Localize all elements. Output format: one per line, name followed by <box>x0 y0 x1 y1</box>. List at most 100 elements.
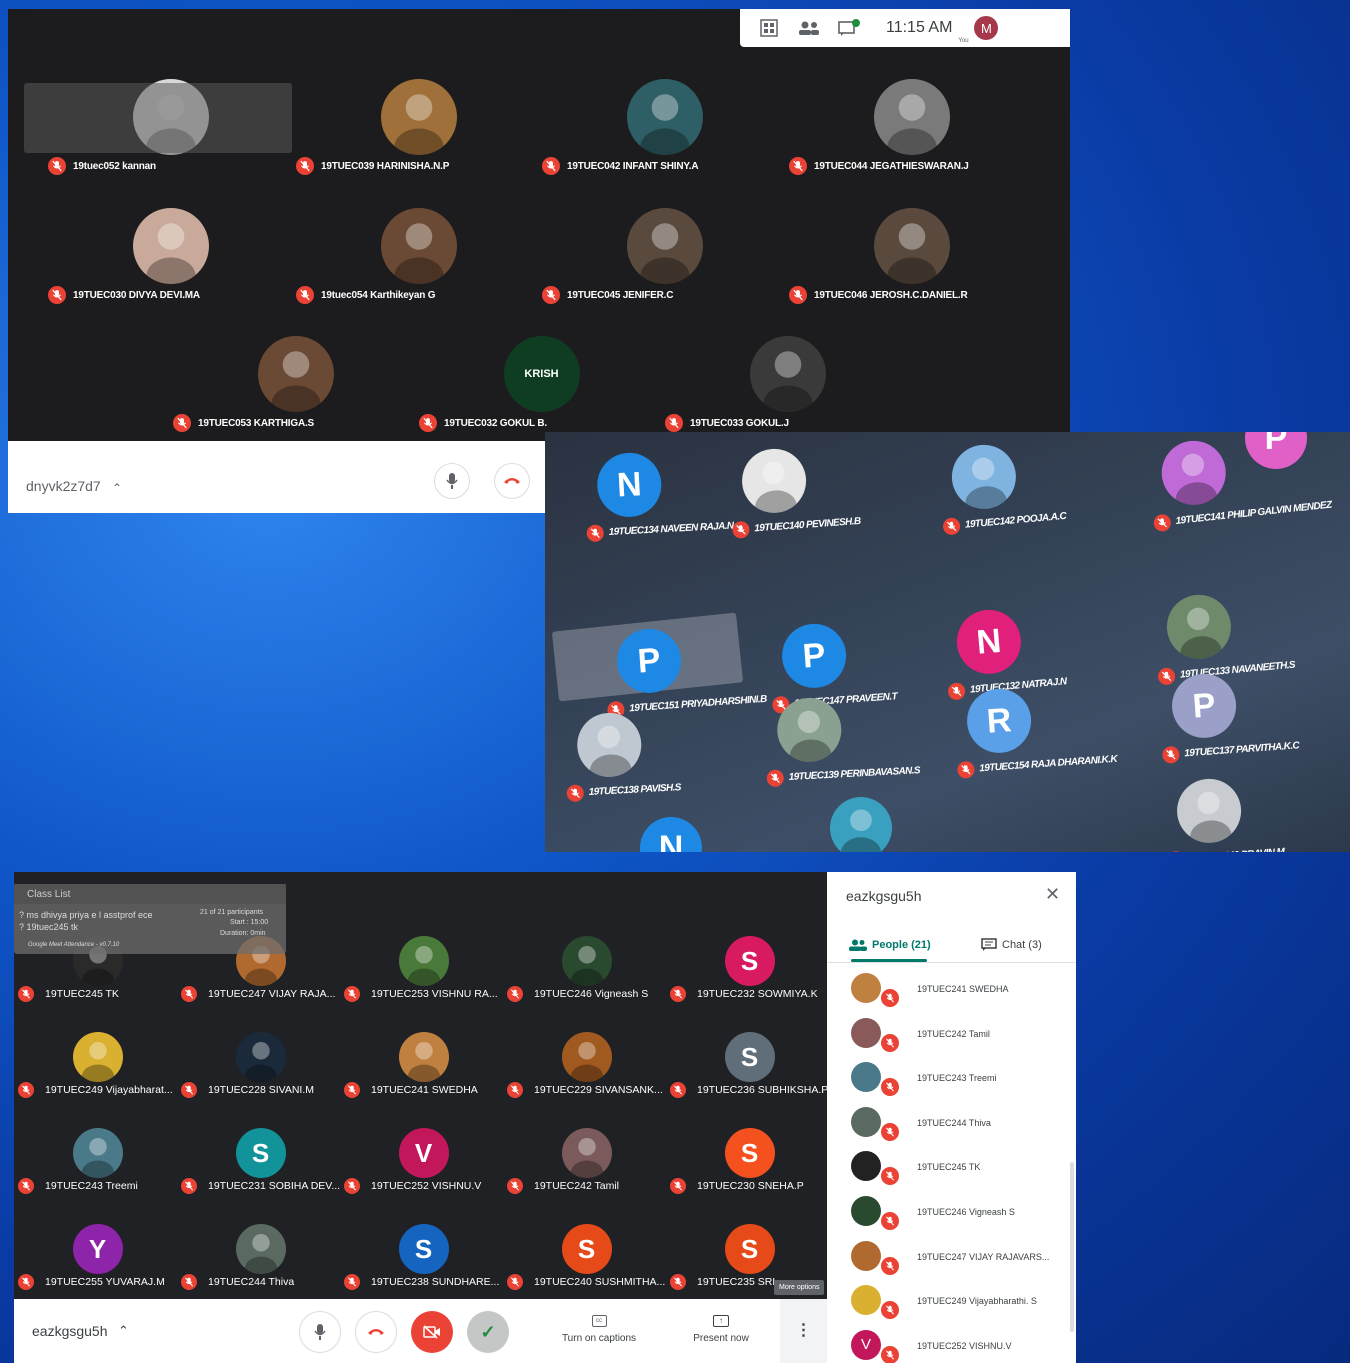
participant-tile[interactable]: 19TUEC140 PEVINESH.B <box>726 432 933 554</box>
class-list-label[interactable]: Class List <box>27 889 70 900</box>
participant-tile[interactable]: 19TUEC253 VISHNU RA... <box>342 936 505 1032</box>
participant-tile[interactable]: 19TUEC229 SIVANSANK... <box>505 1032 668 1128</box>
participant-name-bar: 19TUEC044 JEGATHIESWARAN.J <box>789 157 969 175</box>
list-item[interactable]: 19TUEC247 VIJAY RAJAVARS... <box>827 1235 1076 1280</box>
participant-name: 19TUEC244 Thiva <box>917 1117 991 1128</box>
mic-off-icon <box>344 1082 360 1098</box>
list-item[interactable]: 19TUEC242 Tamil <box>827 1012 1076 1057</box>
participant-tile[interactable]: 19TUEC042 INFANT SHINY.A <box>542 79 787 207</box>
mic-off-icon <box>507 1082 523 1098</box>
list-item[interactable]: 19TUEC241 SWEDHA <box>827 967 1076 1012</box>
tab-chat[interactable]: Chat (3) <box>981 930 1042 960</box>
mic-off-icon <box>670 1082 686 1098</box>
microphone-button[interactable] <box>299 1311 341 1353</box>
participant-tile[interactable]: S 19TUEC231 SOBIHA DEV... <box>179 1128 342 1224</box>
participant-name-bar: 19tuec052 kannan <box>48 157 156 175</box>
chevron-up-icon[interactable]: ⌃ <box>112 481 122 495</box>
participant-tile[interactable]: 19TUEC138 PAVISH.S <box>562 697 767 817</box>
participant-avatar <box>749 336 826 412</box>
chevron-up-icon[interactable]: ⌃ <box>118 1323 129 1339</box>
more-options-button[interactable]: ⋮ <box>780 1299 827 1363</box>
mic-off-icon <box>507 1178 523 1194</box>
participant-tile[interactable]: 19TUEC139 PERINBAVASAN.S <box>762 682 967 802</box>
participant-tile[interactable]: 19TUEC046 JEROSH.C.DANIEL.R <box>789 208 1034 336</box>
participant-name-bar: 19TUEC238 SUNDHARE... <box>344 1274 499 1290</box>
participant-tile[interactable]: P 19TUEC137 PARVITHA.K.C <box>1156 655 1350 779</box>
participant-tile[interactable]: 19TUEC241 SWEDHA <box>342 1032 505 1128</box>
mic-off-icon <box>419 414 437 432</box>
participant-tile[interactable]: 19TUEC039 HARINISHA.N.P <box>296 79 541 207</box>
chat-tab-label: Chat (3) <box>1002 939 1042 951</box>
list-item[interactable]: 19TUEC243 Treemi <box>827 1056 1076 1101</box>
participant-tile[interactable]: S 19TUEC232 SOWMIYA.K <box>668 936 831 1032</box>
participant-avatar <box>1174 776 1244 846</box>
participant-name: 19TUEC247 VIJAY RAJAVARS... <box>917 1251 1050 1262</box>
chat-icon[interactable] <box>838 19 860 37</box>
microphone-button[interactable] <box>434 463 470 499</box>
participant-tile[interactable]: S 19TUEC236 SUBHIKSHA.P <box>668 1032 831 1128</box>
participant-avatar <box>380 79 457 155</box>
participant-avatar: N <box>954 607 1024 677</box>
participant-avatar: S <box>561 1224 612 1274</box>
participant-tile[interactable]: R 19TUEC154 RAJA DHARANI.K.K <box>951 670 1158 794</box>
participant-name-bar: 19TUEC042 INFANT SHINY.A <box>542 157 699 175</box>
participant-tile[interactable]: 19tuec054 Karthikeyan G <box>296 208 541 336</box>
check-button[interactable]: ✓ <box>467 1311 509 1353</box>
participant-tile[interactable]: 19TUEC142 POOJA.A.C <box>936 432 1145 551</box>
chat-icon <box>981 938 997 951</box>
captions-label: Turn on captions <box>561 1333 637 1344</box>
participant-avatar <box>398 1032 449 1082</box>
participant-name: 19TUEC230 SNEHA.P <box>697 1180 804 1192</box>
grid-icon[interactable] <box>758 19 780 37</box>
participant-name-bar: 19TUEC033 GOKUL.J <box>665 414 789 432</box>
participant-name-bar: 19TUEC241 SWEDHA <box>344 1082 478 1098</box>
participant-tile[interactable]: 19TUEC149 PRAVIN.M <box>1161 760 1350 852</box>
participant-name: 19TUEC247 VIJAY RAJA... <box>208 988 336 1000</box>
mic-off-icon <box>542 286 560 304</box>
meeting-code[interactable]: eazkgsgu5h <box>32 1323 108 1339</box>
participant-tile[interactable]: 19TUEC242 Tamil <box>505 1128 668 1224</box>
present-now-button[interactable]: ↑ Present now <box>676 1315 766 1355</box>
list-item[interactable]: 19TUEC245 TK <box>827 1145 1076 1190</box>
avatar: V <box>851 1329 881 1360</box>
mic-off-icon <box>296 157 314 175</box>
participant-tile[interactable]: 19TUEC249 Vijayabharat... <box>16 1032 179 1128</box>
leave-call-button[interactable] <box>494 463 530 499</box>
participant-tile[interactable]: S 19TUEC230 SNEHA.P <box>668 1128 831 1224</box>
list-item[interactable]: V 19TUEC252 VISHNU.V <box>827 1324 1076 1363</box>
scrollbar[interactable] <box>1070 1162 1074 1332</box>
mic-off-icon <box>344 1178 360 1194</box>
participant-name: 19TUEC229 SIVANSANK... <box>534 1084 663 1096</box>
participant-name-bar: 19TUEC253 VISHNU RA... <box>344 986 498 1002</box>
participant-name: 19TUEC235 SRI... <box>697 1276 784 1288</box>
participant-avatar <box>257 336 334 412</box>
mic-off-icon <box>507 986 523 1002</box>
people-icon[interactable] <box>798 19 820 37</box>
self-avatar[interactable]: M You <box>958 16 999 44</box>
tab-people[interactable]: People (21) <box>849 930 931 960</box>
camera-off-button[interactable] <box>411 1311 453 1353</box>
list-item[interactable]: 19TUEC244 Thiva <box>827 1101 1076 1146</box>
participant-tile[interactable]: 19TUEC044 JEGATHIESWARAN.J <box>789 79 1034 207</box>
participant-avatar: KRISH <box>503 336 580 412</box>
participant-tile[interactable]: 19TUEC030 DIVYA DEVI.MA <box>48 208 293 336</box>
captions-button[interactable]: cc Turn on captions <box>550 1315 648 1355</box>
list-item[interactable]: 19TUEC246 Vigneash S <box>827 1190 1076 1235</box>
list-item[interactable]: 19TUEC249 Vijayabharathi. S <box>827 1279 1076 1324</box>
participant-tile[interactable]: 19TUEC228 SIVANI.M <box>179 1032 342 1128</box>
participant-tile[interactable]: 19TUEC045 JENIFER.C <box>542 208 787 336</box>
meeting-code[interactable]: dnyvk2z7d7 <box>26 478 101 494</box>
mic-off-icon <box>1166 850 1185 852</box>
participant-tile[interactable]: V 19TUEC252 VISHNU.V <box>342 1128 505 1224</box>
meeting-bottom-bar: eazkgsgu5h ⌃ ✓ cc Turn on captions ↑ Pre… <box>14 1299 827 1363</box>
mic-off-icon <box>296 286 314 304</box>
participant-tile[interactable]: 19TUEC246 Vigneash S <box>505 936 668 1032</box>
participant-name-bar: 19TUEC228 SIVANI.M <box>181 1082 314 1098</box>
participant-name-bar: 19TUEC246 Vigneash S <box>507 986 648 1002</box>
participant-avatar: N <box>595 451 663 519</box>
close-icon[interactable]: ✕ <box>1045 884 1060 905</box>
class-list-overlay: Class List ? ms dhivya priya e l asstpro… <box>14 884 286 954</box>
participant-tile[interactable]: 19TUEC243 Treemi <box>16 1128 179 1224</box>
participant-avatar <box>830 797 892 852</box>
leave-call-button[interactable] <box>355 1311 397 1353</box>
